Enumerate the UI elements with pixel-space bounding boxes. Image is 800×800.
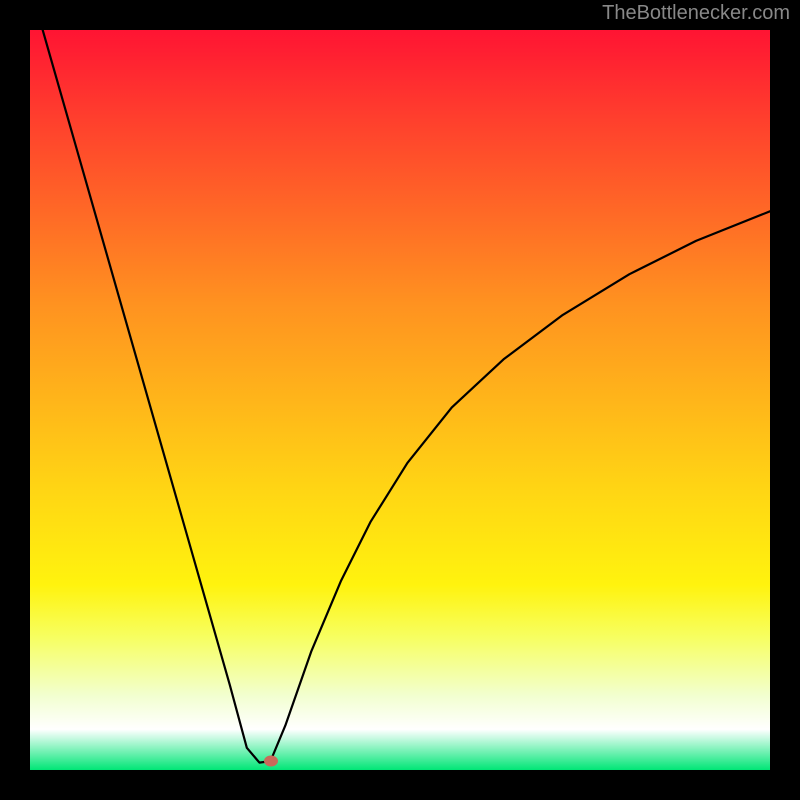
plot-area [30,30,770,770]
chart-frame: TheBottlenecker.com [0,0,800,800]
optimal-point-marker [264,756,278,767]
watermark-text: TheBottlenecker.com [602,2,790,25]
bottleneck-curve [30,30,770,770]
